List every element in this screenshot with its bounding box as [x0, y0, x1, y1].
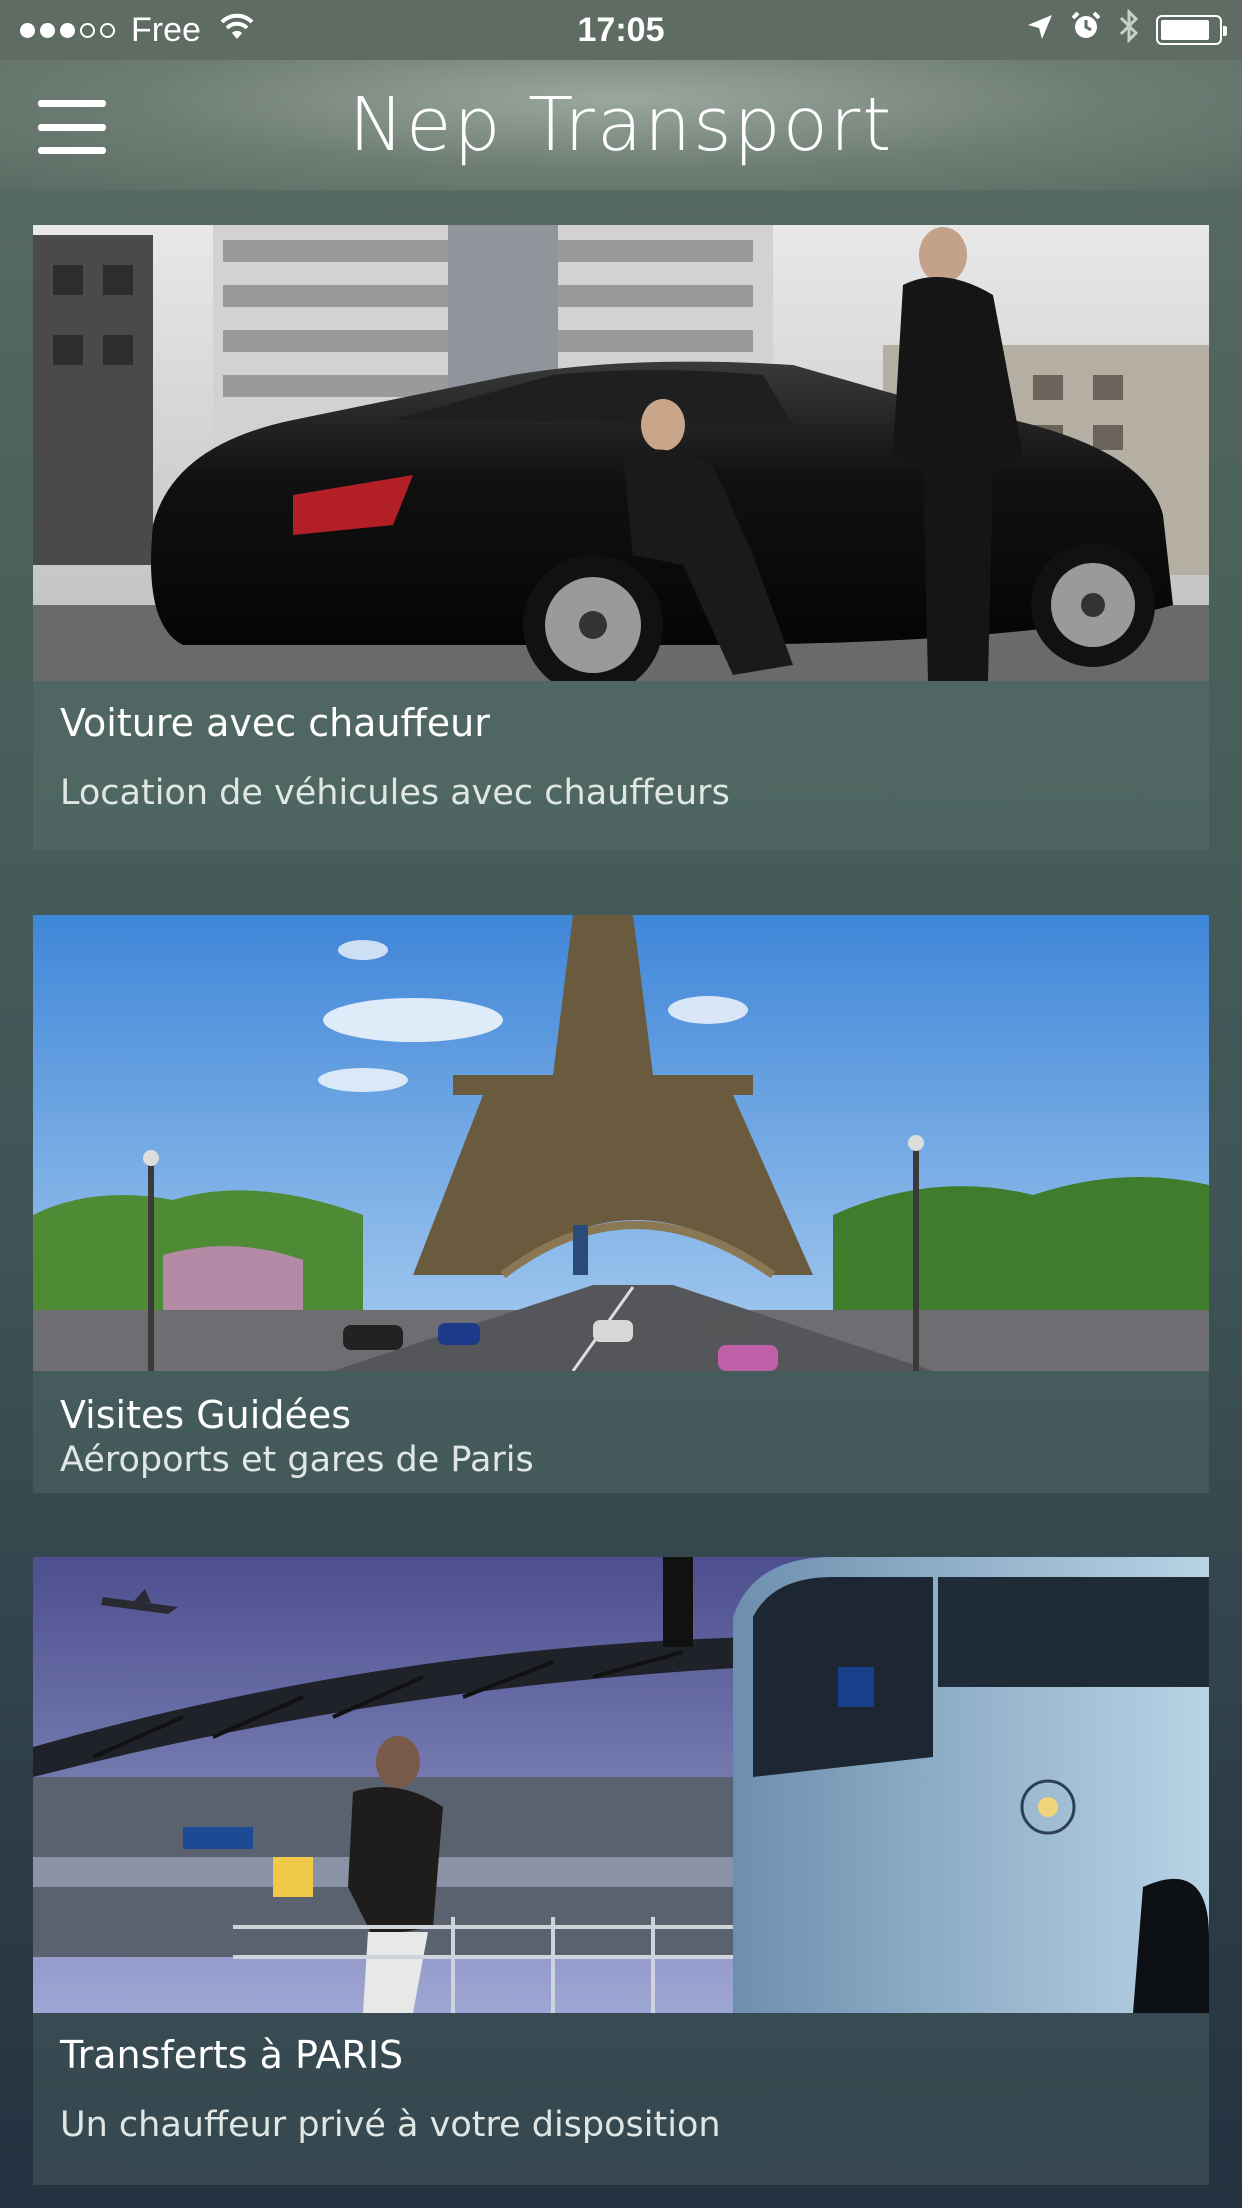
service-title: Visites Guidées: [60, 1393, 351, 1437]
service-title: Transferts à PARIS: [60, 2033, 404, 2077]
eiffel-tower-photo: [33, 915, 1209, 1371]
nav-bar: Nep Transport: [0, 60, 1242, 190]
service-subtitle: Location de véhicules avec chauffeurs: [60, 773, 730, 813]
service-title: Voiture avec chauffeur: [60, 701, 490, 745]
limousine-photo: [33, 225, 1209, 681]
service-card-transfers[interactable]: Transferts à PARIS Un chauffeur privé à …: [33, 1557, 1209, 2185]
alarm-clock-icon: [1070, 10, 1102, 51]
service-card-guided-tours[interactable]: Visites Guidées Aéroports et gares de Pa…: [33, 915, 1209, 1493]
service-subtitle: Un chauffeur privé à votre disposition: [60, 2105, 721, 2145]
status-bar: Free 17:05: [0, 0, 1242, 60]
app-title: Nep Transport: [348, 82, 894, 168]
airport-bus-photo: [33, 1557, 1209, 2013]
service-subtitle: Aéroports et gares de Paris: [60, 1440, 534, 1480]
bluetooth-icon: [1118, 7, 1140, 52]
service-card-chauffeur[interactable]: Voiture avec chauffeur Location de véhic…: [33, 225, 1209, 850]
battery-icon: [1156, 15, 1227, 45]
location-arrow-icon: [1026, 11, 1054, 50]
